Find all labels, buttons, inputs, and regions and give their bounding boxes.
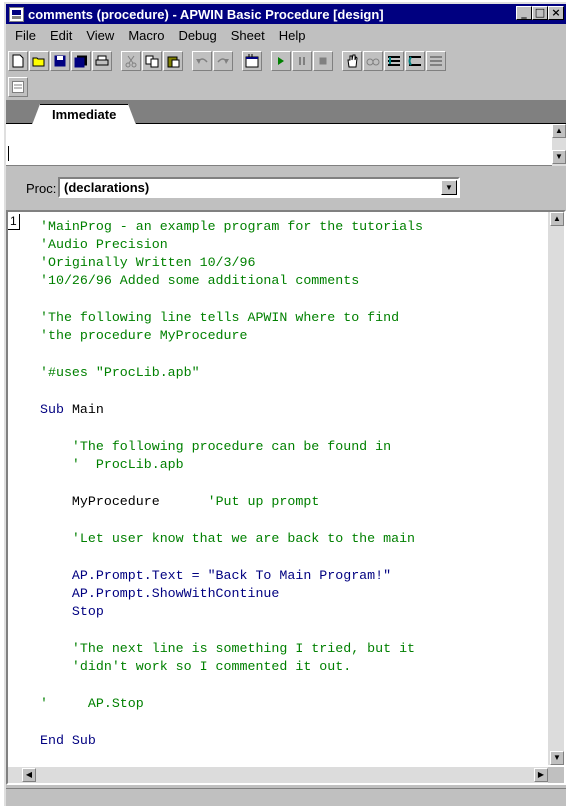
code-line: End Sub bbox=[40, 733, 96, 748]
line-number: 1 bbox=[8, 214, 20, 230]
chevron-down-icon[interactable]: ▼ bbox=[441, 180, 457, 195]
code-line: 'didn't work so I commented it out. bbox=[40, 659, 352, 674]
keyword: Sub bbox=[40, 402, 64, 417]
scroll-down-icon[interactable]: ▼ bbox=[552, 150, 566, 164]
code-line: '10/26/96 Added some additional comments bbox=[40, 273, 360, 288]
code-line: Stop bbox=[40, 604, 104, 619]
comment: 'Put up prompt bbox=[207, 494, 320, 509]
code-line: 'Originally Written 10/3/96 bbox=[40, 255, 256, 270]
scroll-left-icon[interactable]: ◀ bbox=[22, 768, 36, 782]
close-button[interactable]: × bbox=[548, 6, 564, 20]
redo-icon[interactable] bbox=[213, 51, 233, 71]
immediate-pane[interactable]: ▲ ▼ bbox=[6, 124, 566, 166]
menu-file[interactable]: File bbox=[8, 28, 43, 43]
scroll-up-icon[interactable]: ▲ bbox=[550, 212, 564, 226]
code-text[interactable]: 'MainProg - an example program for the t… bbox=[40, 218, 423, 750]
menu-macro[interactable]: Macro bbox=[121, 28, 171, 43]
code-line: 'the procedure MyProcedure bbox=[40, 328, 248, 343]
window-title: comments (procedure) - APWIN Basic Proce… bbox=[28, 6, 384, 22]
toolbar bbox=[6, 48, 566, 74]
proc-label: Proc: bbox=[26, 181, 57, 196]
text-cursor bbox=[8, 146, 9, 161]
save-icon[interactable] bbox=[50, 51, 70, 71]
code-line: AP.Prompt.ShowWithContinue bbox=[40, 586, 280, 601]
proc-value: (declarations) bbox=[64, 180, 150, 195]
stop-icon[interactable] bbox=[313, 51, 333, 71]
print-icon[interactable] bbox=[92, 51, 112, 71]
identifier: MyProcedure bbox=[40, 494, 160, 509]
application-window: comments (procedure) - APWIN Basic Proce… bbox=[4, 2, 566, 806]
menu-debug[interactable]: Debug bbox=[171, 28, 223, 43]
undo-icon[interactable] bbox=[192, 51, 212, 71]
menu-sheet[interactable]: Sheet bbox=[224, 28, 272, 43]
copy-icon[interactable] bbox=[142, 51, 162, 71]
new-icon[interactable] bbox=[8, 51, 28, 71]
status-bar bbox=[6, 788, 566, 806]
tab-strip: Immediate bbox=[6, 100, 566, 125]
horizontal-scrollbar[interactable]: ◀ ▶ bbox=[8, 767, 548, 783]
run-icon[interactable] bbox=[271, 51, 291, 71]
code-line: 'MainProg - an example program for the t… bbox=[40, 219, 424, 234]
code-line: '#uses "ProcLib.apb" bbox=[40, 365, 200, 380]
code-line: ' AP.Stop bbox=[40, 696, 144, 711]
step-out-icon[interactable] bbox=[426, 51, 446, 71]
step-over-icon[interactable] bbox=[405, 51, 425, 71]
module-icon[interactable] bbox=[8, 77, 28, 97]
scroll-corner bbox=[548, 767, 564, 783]
app-icon[interactable] bbox=[9, 6, 24, 22]
code-line: MyProcedure 'Put up prompt bbox=[40, 493, 423, 511]
dialog-editor-icon[interactable] bbox=[242, 51, 262, 71]
menu-bar: File Edit View Macro Debug Sheet Help bbox=[6, 25, 566, 45]
scroll-down-icon[interactable]: ▼ bbox=[550, 751, 564, 765]
tab-immediate[interactable]: Immediate bbox=[31, 104, 137, 125]
code-line: 'Audio Precision bbox=[40, 237, 168, 252]
hand-icon[interactable] bbox=[342, 51, 362, 71]
pause-icon[interactable] bbox=[292, 51, 312, 71]
menu-edit[interactable]: Edit bbox=[43, 28, 79, 43]
cut-icon[interactable] bbox=[121, 51, 141, 71]
vertical-scrollbar[interactable]: ▲ ▼ bbox=[548, 212, 564, 765]
code-line: AP.Prompt.Text = "Back To Main Program!" bbox=[40, 568, 392, 583]
code-line: 'The next line is something I tried, but… bbox=[40, 641, 416, 656]
menu-help[interactable]: Help bbox=[272, 28, 313, 43]
code-line: 'Let user know that we are back to the m… bbox=[40, 531, 416, 546]
proc-dropdown[interactable]: (declarations) ▼ bbox=[58, 177, 460, 198]
minimize-button[interactable]: _ bbox=[516, 6, 532, 20]
immediate-scrollbar[interactable]: ▲ ▼ bbox=[552, 124, 566, 166]
procedure-bar: Proc: (declarations) ▼ bbox=[6, 166, 566, 206]
save-all-icon[interactable] bbox=[71, 51, 91, 71]
menu-view[interactable]: View bbox=[79, 28, 121, 43]
code-line: 'The following procedure can be found in bbox=[40, 439, 392, 454]
secondary-toolbar bbox=[8, 77, 29, 97]
step-in-icon[interactable] bbox=[384, 51, 404, 71]
identifier: Main bbox=[71, 402, 104, 417]
code-line: ' ProcLib.apb bbox=[40, 457, 184, 472]
scroll-right-icon[interactable]: ▶ bbox=[534, 768, 548, 782]
scroll-up-icon[interactable]: ▲ bbox=[552, 124, 566, 138]
code-line: Sub Main bbox=[40, 401, 423, 419]
title-bar[interactable]: comments (procedure) - APWIN Basic Proce… bbox=[6, 4, 566, 24]
watch-icon[interactable] bbox=[363, 51, 383, 71]
code-editor[interactable]: 1 'MainProg - an example program for the… bbox=[6, 210, 566, 785]
open-icon[interactable] bbox=[29, 51, 49, 71]
code-line: 'The following line tells APWIN where to… bbox=[40, 310, 400, 325]
maximize-button[interactable]: □ bbox=[532, 6, 548, 20]
paste-icon[interactable] bbox=[163, 51, 183, 71]
